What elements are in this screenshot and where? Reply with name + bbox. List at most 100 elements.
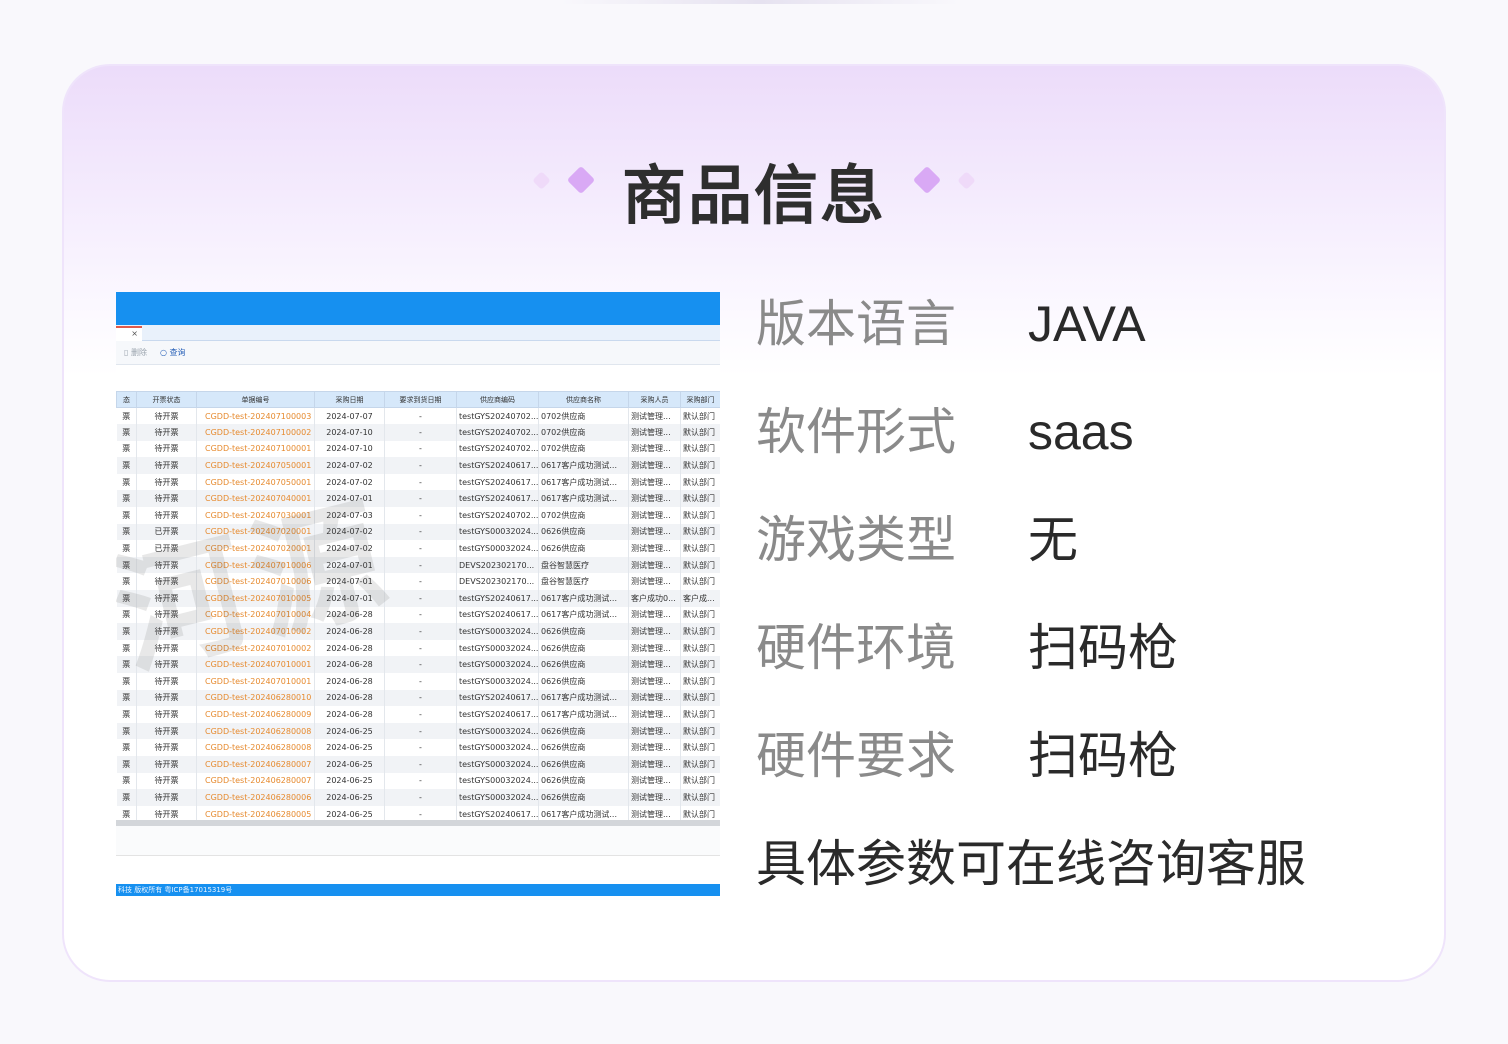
table-cell: 测试管理... <box>628 556 681 574</box>
filter-area <box>116 365 720 391</box>
table-row[interactable]: 票待开票 CGDD-test-202407030001 2024-07-03- tes… <box>116 507 720 524</box>
table-cell: 待开票 <box>136 507 197 524</box>
column-header[interactable]: 供应商编码 <box>456 391 539 408</box>
order-code-link[interactable]: CGDD-test-202407020001 <box>196 523 315 541</box>
table-row[interactable]: 票待开票 CGDD-test-202406280006 2024-06-25- tes… <box>116 789 720 806</box>
table-row[interactable]: 票待开票 CGDD-test-202407010004 2024-06-28- tes… <box>116 606 720 624</box>
order-code-link[interactable]: CGDD-test-202407100001 <box>196 440 315 458</box>
table-row[interactable]: 票待开票 CGDD-test-202406280007 2024-06-25- tes… <box>116 755 720 773</box>
table-cell: testGYS00032024... <box>456 789 539 806</box>
table-row[interactable]: 票待开票 CGDD-test-202406280008 2024-06-25- tes… <box>116 739 720 756</box>
table-row[interactable]: 票待开票 CGDD-test-202407010002 2024-06-28- tes… <box>116 623 720 640</box>
order-code-link[interactable]: CGDD-test-202407030001 <box>196 507 315 524</box>
table-cell: - <box>384 490 457 508</box>
column-header[interactable]: 供应商名称 <box>538 391 629 408</box>
order-code-link[interactable]: CGDD-test-202407010005 <box>196 590 315 607</box>
column-header[interactable]: 单据编号 <box>196 391 315 408</box>
table-cell: 票 <box>116 639 137 657</box>
delete-button[interactable]: ▯ 删除 <box>124 347 147 358</box>
table-row[interactable]: 票已开票 CGDD-test-202407020001 2024-07-02- tes… <box>116 523 720 541</box>
table-row[interactable]: 票已开票 CGDD-test-202407020001 2024-07-02- tes… <box>116 540 720 557</box>
order-code-link[interactable]: CGDD-test-202407100003 <box>196 407 315 425</box>
spec-value-language: JAVA <box>1028 296 1146 352</box>
column-header[interactable]: 开票状态 <box>136 391 197 408</box>
table-row[interactable]: 票待开票 CGDD-test-202407010006 2024-07-01- DEV… <box>116 556 720 574</box>
table-row[interactable]: 票待开票 CGDD-test-202407050001 2024-07-02- tes… <box>116 473 720 491</box>
table-cell: 测试管理... <box>628 739 681 756</box>
table-row[interactable]: 票待开票 CGDD-test-202407050001 2024-07-02- tes… <box>116 457 720 474</box>
table-row[interactable]: 票待开票 CGDD-test-202407010001 2024-06-28- tes… <box>116 673 720 690</box>
table-cell: 2024-06-25 <box>314 789 385 806</box>
table-cell: 票 <box>116 473 137 491</box>
table-cell: 票 <box>116 573 137 591</box>
column-header[interactable]: 态 <box>116 391 137 408</box>
table-cell: 0626供应商 <box>538 623 629 640</box>
table-row[interactable]: 票待开票 CGDD-test-202407100003 2024-07-07- tes… <box>116 407 720 425</box>
table-cell: 默认部门 <box>680 789 720 806</box>
column-header[interactable]: 采购日期 <box>314 391 385 408</box>
table-cell: 默认部门 <box>680 573 720 591</box>
table-cell: - <box>384 440 457 458</box>
order-code-link[interactable]: CGDD-test-202407100002 <box>196 424 315 441</box>
table-row[interactable]: 票待开票 CGDD-test-202406280009 2024-06-28- tes… <box>116 706 720 723</box>
table-cell: 2024-07-01 <box>314 573 385 591</box>
column-header[interactable]: 采购人员 <box>628 391 681 408</box>
table-row[interactable]: 票待开票 CGDD-test-202407040001 2024-07-01- tes… <box>116 490 720 508</box>
table-cell: 票 <box>116 623 137 640</box>
table-cell: 测试管理... <box>628 639 681 657</box>
close-icon[interactable]: × <box>131 329 138 338</box>
order-code-link[interactable]: CGDD-test-202407020001 <box>196 540 315 557</box>
table-cell: 默认部门 <box>680 473 720 491</box>
table-cell: 待开票 <box>136 789 197 806</box>
table-row[interactable]: 票待开票 CGDD-test-202407010001 2024-06-28- tes… <box>116 656 720 673</box>
order-code-link[interactable]: CGDD-test-202407010001 <box>196 656 315 673</box>
order-code-link[interactable]: CGDD-test-202407050001 <box>196 473 315 491</box>
table-row[interactable]: 票待开票 CGDD-test-202406280007 2024-06-25- tes… <box>116 772 720 790</box>
table-cell: 测试管理... <box>628 656 681 673</box>
table-cell: 测试管理... <box>628 755 681 773</box>
order-code-link[interactable]: CGDD-test-202407050001 <box>196 457 315 474</box>
table-cell: 票 <box>116 722 137 740</box>
order-code-link[interactable]: CGDD-test-202407010002 <box>196 623 315 640</box>
order-code-link[interactable]: CGDD-test-202406280009 <box>196 706 315 723</box>
table-row[interactable]: 票待开票 CGDD-test-202407010005 2024-07-01- tes… <box>116 590 720 607</box>
table-cell: - <box>384 407 457 425</box>
table-row[interactable]: 票待开票 CGDD-test-202406280008 2024-06-25- tes… <box>116 722 720 740</box>
software-screenshot: × ▯ 删除 ○ 查询 态开票状态 单据编号 采购日期 要求到货日期 供应商编码 供应商名… <box>116 292 720 896</box>
order-code-link[interactable]: CGDD-test-202407010006 <box>196 573 315 591</box>
table-cell: 待开票 <box>136 606 197 624</box>
query-button[interactable]: ○ 查询 <box>160 347 186 358</box>
order-code-link[interactable]: CGDD-test-202406280007 <box>196 755 315 773</box>
table-cell: 待开票 <box>136 556 197 574</box>
table-cell: 待开票 <box>136 755 197 773</box>
table-cell: - <box>384 590 457 607</box>
column-header[interactable]: 要求到货日期 <box>384 391 457 408</box>
table-row[interactable]: 票待开票 CGDD-test-202407010006 2024-07-01- DEV… <box>116 573 720 591</box>
order-code-link[interactable]: CGDD-test-202406280006 <box>196 789 315 806</box>
table-cell: testGYS00032024... <box>456 739 539 756</box>
table-cell: 0617客户成功测试... <box>538 473 629 491</box>
table-row[interactable]: 票待开票 CGDD-test-202406280010 2024-06-28- tes… <box>116 689 720 707</box>
table-cell: 0702供应商 <box>538 407 629 425</box>
order-code-link[interactable]: CGDD-test-202407010006 <box>196 556 315 574</box>
table-cell: 2024-07-02 <box>314 523 385 541</box>
order-code-link[interactable]: CGDD-test-202406280010 <box>196 689 315 707</box>
table-cell: 票 <box>116 739 137 756</box>
table-cell: 2024-07-10 <box>314 440 385 458</box>
app-tab[interactable]: × <box>116 326 142 341</box>
table-cell: - <box>384 722 457 740</box>
order-code-link[interactable]: CGDD-test-202407010002 <box>196 639 315 657</box>
table-row[interactable]: 票待开票 CGDD-test-202407100002 2024-07-10- tes… <box>116 424 720 441</box>
table-row[interactable]: 票待开票 CGDD-test-202407100001 2024-07-10- tes… <box>116 440 720 458</box>
table-cell: - <box>384 673 457 690</box>
column-header[interactable]: 采购部门 <box>680 391 720 408</box>
order-code-link[interactable]: CGDD-test-202406280007 <box>196 772 315 790</box>
table-row[interactable]: 票待开票 CGDD-test-202407010002 2024-06-28- tes… <box>116 639 720 657</box>
order-code-link[interactable]: CGDD-test-202406280008 <box>196 722 315 740</box>
order-code-link[interactable]: CGDD-test-202407040001 <box>196 490 315 508</box>
table-cell: testGYS00032024... <box>456 772 539 790</box>
order-code-link[interactable]: CGDD-test-202407010004 <box>196 606 315 624</box>
spec-label-game-type: 游戏类型 <box>756 511 956 569</box>
order-code-link[interactable]: CGDD-test-202407010001 <box>196 673 315 690</box>
order-code-link[interactable]: CGDD-test-202406280008 <box>196 739 315 756</box>
